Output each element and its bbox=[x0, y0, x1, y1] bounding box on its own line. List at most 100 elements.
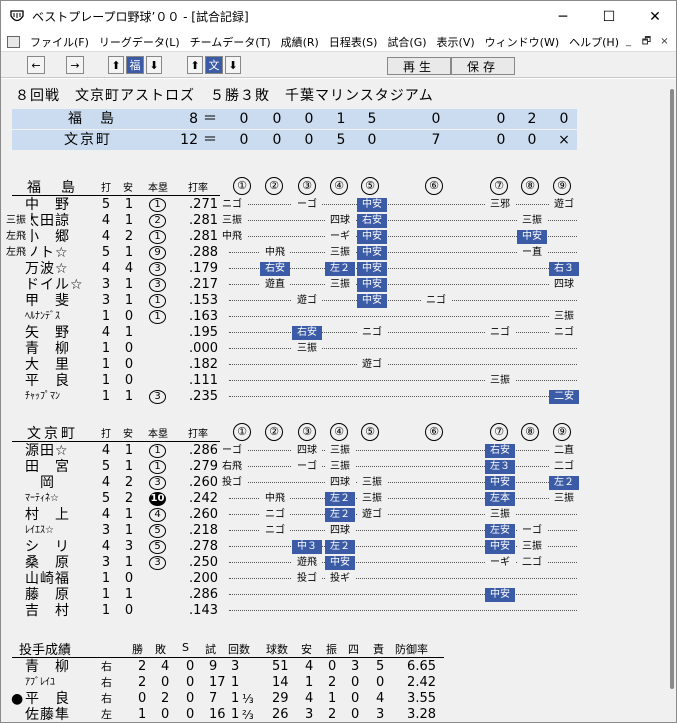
play-button[interactable]: 再生 bbox=[387, 57, 451, 75]
pitcher-stat-era: 3.28 bbox=[407, 707, 436, 722]
player-row: ﾏｰﾃｨﾈ☆ 5 2 10.242 中飛 左２ 三振 左本 三振 bbox=[1, 491, 661, 507]
inning-marker: ③ bbox=[298, 177, 316, 195]
player-at-bats: 5 bbox=[101, 197, 111, 212]
scoreboard-inning-score: 0 bbox=[431, 111, 441, 127]
hit-result: 左安 bbox=[485, 524, 515, 538]
player-average: .250 bbox=[189, 555, 218, 570]
vertical-scrollbar[interactable] bbox=[666, 79, 676, 722]
team-name: 文京町 bbox=[27, 426, 78, 442]
player-average: .153 bbox=[189, 293, 218, 308]
mdi-minimize-button[interactable]: _ bbox=[621, 35, 636, 49]
close-button[interactable]: ✕ bbox=[632, 1, 676, 33]
team-name: 福 島 bbox=[27, 180, 78, 196]
player-average: .195 bbox=[189, 325, 218, 340]
pitching-header: 試 bbox=[205, 643, 216, 656]
player-at-bats: 1 bbox=[101, 587, 111, 602]
pitcher-stat-bb: 3 bbox=[351, 659, 360, 674]
team2-up-button[interactable]: ⬆ bbox=[187, 56, 203, 74]
hit-result: 左２ bbox=[325, 492, 355, 506]
team2-select[interactable]: 文 bbox=[205, 56, 223, 74]
at-bat-result: 三振 bbox=[357, 476, 387, 490]
player-hits: 1 bbox=[124, 443, 134, 458]
menu-item[interactable]: ファイル(F) bbox=[30, 35, 89, 50]
menu-item[interactable]: ウィンドウ(W) bbox=[485, 35, 559, 50]
pitcher-stat-h: 3 bbox=[305, 707, 314, 722]
at-bat-result: ー直 bbox=[517, 246, 547, 260]
player-average: .286 bbox=[189, 443, 218, 458]
at-bat-result: 三振 bbox=[217, 214, 247, 228]
pitcher-stat-l: 0 bbox=[161, 675, 170, 690]
mdi-restore-button[interactable]: 🗗 bbox=[639, 35, 654, 49]
menu-item[interactable]: 試合(G) bbox=[387, 35, 426, 50]
mdi-close-button[interactable]: × bbox=[657, 35, 672, 49]
player-at-bats: 3 bbox=[101, 555, 111, 570]
menu-item[interactable]: チームデータ(T) bbox=[190, 35, 271, 50]
app-icon bbox=[10, 10, 24, 22]
team2-down-button[interactable]: ⬇ bbox=[225, 56, 241, 74]
scoreboard-inning-score: 1 bbox=[336, 111, 346, 127]
player-at-bats: 3 bbox=[101, 277, 111, 292]
player-row: ﾁｬｯﾌﾟﾏﾝ 1 1 3 .235 二安 bbox=[1, 389, 661, 405]
player-hits: 0 bbox=[124, 603, 134, 618]
player-row: ﾚｲｴｽ☆ 3 1 5 .218 ニゴ 四球 左安 ーゴ bbox=[1, 523, 661, 539]
col-header-hr: 本塁 bbox=[148, 183, 168, 194]
team1-down-button[interactable]: ⬇ bbox=[146, 56, 162, 74]
pitcher-hand: 右 bbox=[101, 692, 112, 705]
player-average: .288 bbox=[189, 245, 218, 260]
player-row: シ リ 4 3 5 .278 中３ 左２ 中安 三振 bbox=[1, 539, 661, 555]
menu-item[interactable]: ヘルプ(H) bbox=[569, 35, 619, 50]
at-bat-result: ニゴ bbox=[260, 508, 290, 522]
menu-item[interactable]: 日程表(S) bbox=[329, 35, 378, 50]
title-bar: ベストプレープロ野球’００ - [試合記録] ─ ☐ ✕ bbox=[1, 1, 676, 33]
player-name: 岡 bbox=[25, 475, 55, 491]
player-row: 矢 野 4 1 .195 右安 ニゴ ニゴ ニゴ bbox=[1, 325, 661, 341]
hit-result: 中安 bbox=[357, 278, 387, 292]
player-at-bats: 4 bbox=[101, 261, 111, 276]
pitcher-stat-g: 17 bbox=[209, 675, 226, 690]
player-name: シ リ bbox=[25, 539, 70, 555]
player-name: 万波☆ bbox=[25, 261, 69, 277]
next-game-button[interactable]: → bbox=[66, 56, 84, 74]
scrollbar-thumb[interactable] bbox=[670, 89, 674, 689]
player-hits: 0 bbox=[124, 357, 134, 372]
scoreboard-inning-score: 2 bbox=[527, 111, 537, 127]
pitcher-stat-er: 0 bbox=[376, 675, 385, 690]
inning-marker: ② bbox=[265, 177, 283, 195]
menu-item[interactable]: 表示(V) bbox=[437, 35, 475, 50]
pitcher-hand: 右 bbox=[101, 660, 112, 673]
maximize-button[interactable]: ☐ bbox=[586, 1, 632, 33]
document-icon[interactable] bbox=[7, 36, 20, 48]
player-hits: 2 bbox=[124, 475, 134, 490]
pitcher-stat-w: 2 bbox=[138, 659, 147, 674]
player-row: 平 良 1 0 .111 三振 bbox=[1, 373, 661, 389]
scoreboard-inning-score: 0 bbox=[496, 111, 506, 127]
dotted-leader bbox=[229, 594, 577, 595]
player-hits: 1 bbox=[124, 245, 134, 260]
at-bat-result: 二ゴ bbox=[549, 460, 579, 474]
pitching-header: 振 bbox=[326, 643, 337, 656]
team1-up-button[interactable]: ⬆ bbox=[108, 56, 124, 74]
at-bat-result: 三振 bbox=[485, 508, 515, 522]
save-button[interactable]: 保存 bbox=[451, 57, 515, 75]
menu-item[interactable]: リーグデータ(L) bbox=[99, 35, 180, 50]
player-home-runs: 1 bbox=[149, 294, 166, 308]
pitcher-stat-h: 4 bbox=[305, 659, 314, 674]
at-bat-result: 三振 bbox=[292, 342, 322, 356]
at-bat-result: 四球 bbox=[549, 278, 579, 292]
col-header-hit: 安 bbox=[123, 429, 133, 440]
prev-game-button[interactable]: ← bbox=[27, 56, 45, 74]
window-title: ベストプレープロ野球’００ - [試合記録] bbox=[32, 10, 249, 24]
scoreboard-inning-score: 5 bbox=[367, 111, 377, 127]
team1-select[interactable]: 福 bbox=[126, 56, 144, 74]
player-average: .182 bbox=[189, 357, 218, 372]
player-at-bats: 1 bbox=[101, 341, 111, 356]
player-average: .281 bbox=[189, 213, 218, 228]
menu-item[interactable]: 成績(R) bbox=[281, 35, 319, 50]
player-at-bats: 4 bbox=[101, 475, 111, 490]
at-bat-result: 三振 bbox=[485, 374, 515, 388]
player-home-runs: 9 bbox=[149, 246, 166, 260]
scoreboard-inning-score: 0 bbox=[367, 132, 377, 148]
minimize-button[interactable]: ─ bbox=[540, 1, 586, 33]
player-average: .281 bbox=[189, 229, 218, 244]
player-hits: 1 bbox=[124, 277, 134, 292]
